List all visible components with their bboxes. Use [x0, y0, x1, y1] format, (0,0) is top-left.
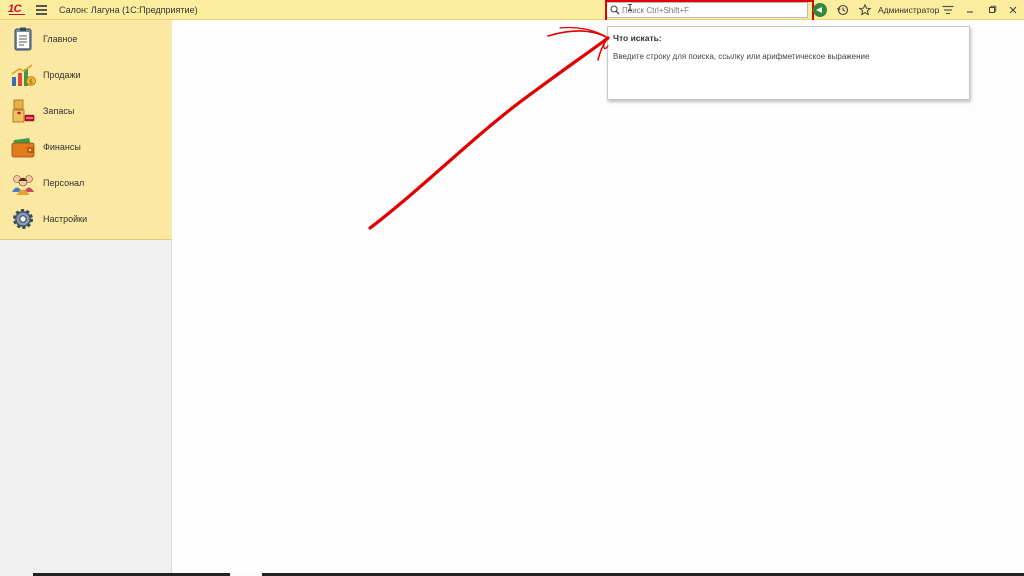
sidebar-item-label: Продажи [43, 70, 81, 80]
sidebar-item-staff[interactable]: Персонал [0, 166, 172, 202]
history-icon[interactable] [836, 3, 850, 17]
sidebar-item-finance[interactable]: Финансы [0, 130, 172, 166]
sidebar-item-label: Запасы [43, 106, 75, 116]
finance-icon [11, 138, 35, 158]
svg-text:$: $ [29, 79, 33, 86]
star-icon[interactable] [858, 3, 872, 17]
search-popup-title: Что искать: [613, 33, 662, 43]
maximize-icon[interactable] [985, 3, 999, 17]
sidebar-item-label: Финансы [43, 142, 81, 152]
sidebar-item-stock[interactable]: Запасы [0, 94, 172, 130]
staff-icon [12, 175, 34, 195]
work-area [173, 20, 1024, 576]
sidebar: Главное $ Продажи Запасы Финансы Персона… [0, 20, 172, 576]
search-popup-hint: Введите строку для поиска, ссылку или ар… [613, 52, 870, 61]
sidebar-sections-panel: Главное $ Продажи Запасы Финансы Персона… [0, 20, 172, 240]
back-arrow-icon[interactable] [813, 3, 827, 17]
user-name[interactable]: Администратор [878, 5, 939, 15]
sidebar-item-label: Главное [43, 34, 78, 44]
sidebar-item-settings[interactable]: Настройки [0, 202, 172, 238]
main-icon [14, 27, 32, 51]
minimize-icon[interactable] [963, 3, 977, 17]
app-title: Салон: Лагуна (1С:Предприятие) [59, 5, 198, 15]
sales-icon: $ [11, 64, 36, 86]
settings-menu-icon[interactable] [941, 3, 955, 17]
stock-icon [12, 99, 35, 123]
app-logo-underline [9, 14, 25, 15]
sidebar-item-label: Настройки [43, 214, 88, 224]
main-menu-icon[interactable] [36, 5, 47, 15]
sidebar-item-main[interactable]: Главное [0, 22, 172, 58]
sidebar-item-sales[interactable]: $ Продажи [0, 58, 172, 94]
close-icon[interactable] [1006, 3, 1020, 17]
sidebar-item-label: Персонал [43, 178, 85, 188]
gear-icon [13, 209, 33, 229]
